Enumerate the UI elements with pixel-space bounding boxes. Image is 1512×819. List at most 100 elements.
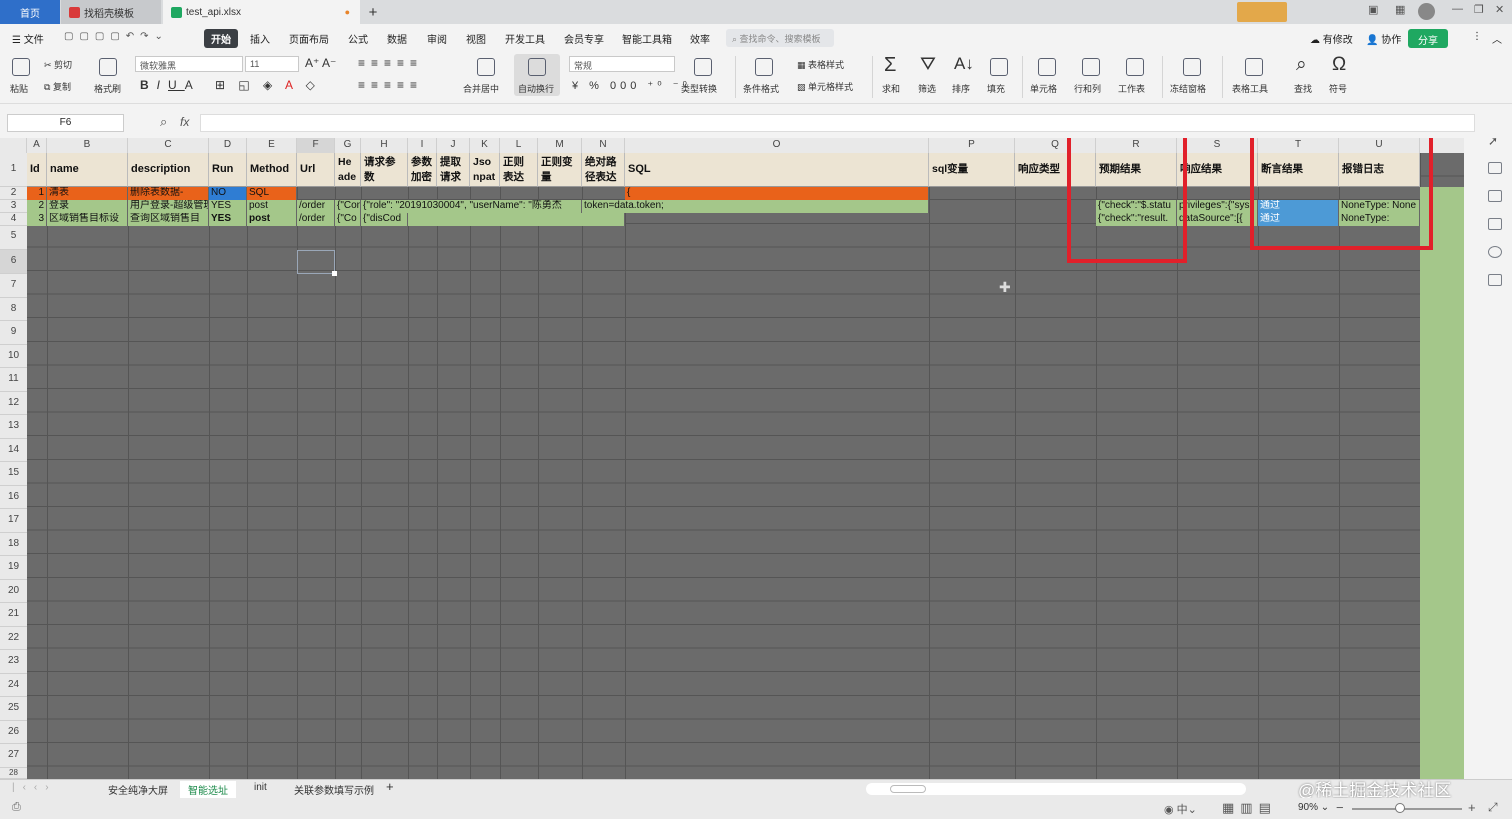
- header-cell-B[interactable]: name: [47, 153, 128, 187]
- fill-handle[interactable]: [332, 271, 337, 276]
- cell-icon[interactable]: [1038, 58, 1056, 76]
- sum-label[interactable]: 求和: [882, 82, 900, 95]
- menu-formula[interactable]: 公式: [348, 31, 368, 46]
- cell-B4[interactable]: 区域销售目标设: [47, 213, 128, 226]
- col-header-K[interactable]: K: [470, 138, 500, 153]
- cell-area[interactable]: Id name description Run Method Url Heade…: [27, 153, 1464, 779]
- col-header-J[interactable]: J: [437, 138, 470, 153]
- pointer-icon[interactable]: ➚: [1488, 134, 1502, 148]
- header-cell-J[interactable]: 提取请求: [437, 153, 470, 187]
- fx-icon[interactable]: fx: [180, 115, 189, 129]
- freeze-panes-label[interactable]: 冻结窗格: [1170, 82, 1206, 95]
- cell-F4[interactable]: /order: [297, 213, 335, 226]
- formula-input[interactable]: [200, 114, 1475, 132]
- header-cell-H[interactable]: 请求参数: [361, 153, 408, 187]
- conditional-format-icon[interactable]: [755, 58, 773, 76]
- row-header-6[interactable]: 6: [0, 250, 27, 274]
- type-convert-icon[interactable]: [694, 58, 712, 76]
- conditional-format-label[interactable]: 条件格式: [743, 82, 779, 95]
- zoom-search-icon[interactable]: ⌕: [160, 114, 167, 130]
- restore-icon[interactable]: ❐: [1474, 3, 1484, 16]
- col-header-H[interactable]: H: [361, 138, 408, 153]
- col-header-P[interactable]: P: [929, 138, 1015, 153]
- row-header-25[interactable]: 25: [0, 697, 27, 721]
- menu-member[interactable]: 会员专享: [564, 31, 604, 46]
- font-size-select[interactable]: 11: [245, 56, 299, 72]
- col-header-N[interactable]: N: [582, 138, 625, 153]
- find-label[interactable]: 查找: [1294, 82, 1312, 95]
- cell-N3[interactable]: token=data.token;: [582, 200, 929, 213]
- row-header-27[interactable]: 27: [0, 744, 27, 768]
- header-cell-P[interactable]: sql变量: [929, 153, 1015, 187]
- symbol-label[interactable]: 符号: [1329, 82, 1347, 95]
- align-top-buttons[interactable]: ≡≡≡≡≡: [358, 56, 423, 70]
- col-header-F[interactable]: F: [297, 138, 335, 153]
- row-header-14[interactable]: 14: [0, 439, 27, 462]
- header-cell-G[interactable]: Headers: [335, 153, 361, 187]
- filter-icon[interactable]: ⛛: [920, 54, 936, 76]
- scrollbar-thumb[interactable]: [890, 785, 926, 793]
- row-header-1[interactable]: 1: [0, 153, 27, 187]
- col-header-C[interactable]: C: [128, 138, 209, 153]
- cell-G4[interactable]: {"Co: [335, 213, 361, 226]
- worksheet-icon[interactable]: [1126, 58, 1144, 76]
- col-header-E[interactable]: E: [247, 138, 297, 153]
- cell-D3[interactable]: YES: [209, 200, 247, 213]
- modified-status[interactable]: ☁ 有修改: [1310, 31, 1353, 46]
- cell-style-button[interactable]: ▨ 单元格样式: [797, 80, 853, 93]
- collab-button[interactable]: 👤 协作: [1366, 31, 1401, 46]
- menu-data[interactable]: 数据: [387, 31, 407, 46]
- cell-E4[interactable]: post: [247, 213, 297, 226]
- row-header-9[interactable]: 9: [0, 321, 27, 345]
- new-tab-button[interactable]: +: [362, 0, 384, 24]
- quick-access-icons[interactable]: ▢▢▢▢↶↷⌄: [64, 31, 169, 42]
- col-header-B[interactable]: B: [47, 138, 128, 153]
- cell-E3[interactable]: post: [247, 200, 297, 213]
- spreadsheet-grid[interactable]: A B C D E F G H I J K L M N O P Q R S T …: [0, 138, 1464, 779]
- settings-sliders-icon[interactable]: [1488, 162, 1502, 174]
- merge-icon[interactable]: [477, 58, 495, 76]
- tab-template[interactable]: 找稻壳模板: [61, 0, 161, 24]
- border-fill-buttons[interactable]: ⊞ ◱ ◈ A ◇: [215, 78, 320, 92]
- align-bottom-buttons[interactable]: ≡≡≡≡≡: [358, 78, 423, 92]
- sheet-nav-icons[interactable]: |‹‹›: [12, 782, 57, 793]
- row-header-20[interactable]: 20: [0, 580, 27, 603]
- worksheet-label[interactable]: 工作表: [1118, 82, 1145, 95]
- view-mode-icons[interactable]: ▦▥▤: [1222, 800, 1277, 816]
- symbol-icon[interactable]: Ω: [1332, 54, 1346, 76]
- row-header-12[interactable]: 12: [0, 392, 27, 415]
- cell-G3[interactable]: {"Con: [335, 200, 361, 213]
- cell-label[interactable]: 单元格: [1030, 82, 1057, 95]
- row-col-icon[interactable]: [1082, 58, 1100, 76]
- sheet-tab-1[interactable]: 安全纯净大屏: [108, 782, 168, 797]
- grid-apps-icon[interactable]: ▦: [1395, 3, 1405, 16]
- row-header-16[interactable]: 16: [0, 486, 27, 509]
- header-cell-F[interactable]: Url: [297, 153, 335, 187]
- select-all-corner[interactable]: [0, 138, 27, 153]
- share-button[interactable]: 分享: [1408, 29, 1448, 48]
- fullscreen-icon[interactable]: ⤢: [1488, 800, 1498, 815]
- row-header-26[interactable]: 26: [0, 721, 27, 744]
- row-header-11[interactable]: 11: [0, 368, 27, 392]
- col-header-G[interactable]: G: [335, 138, 361, 153]
- header-cell-N[interactable]: 绝对路径表达: [582, 153, 625, 187]
- col-header-I[interactable]: I: [408, 138, 437, 153]
- filter-label[interactable]: 筛选: [918, 82, 936, 95]
- header-cell-C[interactable]: description: [128, 153, 209, 187]
- col-header-A[interactable]: A: [27, 138, 47, 153]
- more-icon[interactable]: ⋮: [1472, 31, 1482, 42]
- add-sheet-icon[interactable]: +: [386, 779, 394, 794]
- merge-label[interactable]: 合并居中: [463, 82, 499, 95]
- font-name-select[interactable]: 微软雅黑: [135, 56, 243, 72]
- menu-efficiency[interactable]: 效率: [690, 31, 710, 46]
- sheet-tab-4[interactable]: 关联参数填写示例: [294, 782, 374, 797]
- cell-S4[interactable]: dataSource":[{: [1177, 213, 1258, 226]
- menu-start[interactable]: 开始: [204, 29, 238, 48]
- cell-H3[interactable]: {"role": "20191030004", "userName": "陈勇杰: [361, 200, 582, 213]
- cell-E2[interactable]: SQL: [247, 187, 297, 200]
- tab-file[interactable]: test_api.xlsx ●: [163, 0, 360, 24]
- sort-label[interactable]: 排序: [952, 82, 970, 95]
- layout-icon[interactable]: ▣: [1368, 3, 1378, 16]
- header-cell-L[interactable]: 正则表达: [500, 153, 538, 187]
- zoom-in-icon[interactable]: +: [1468, 800, 1476, 815]
